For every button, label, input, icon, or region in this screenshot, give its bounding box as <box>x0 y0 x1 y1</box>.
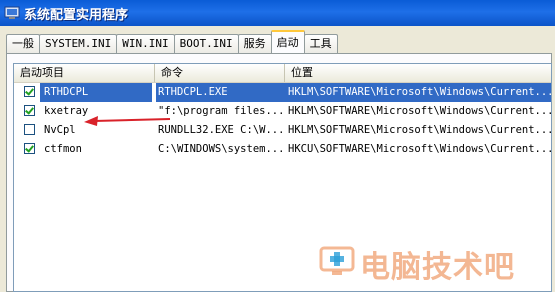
title-bar: 系统配置实用程序 <box>0 0 555 26</box>
tab-tools[interactable]: 工具 <box>303 34 338 53</box>
tab-services[interactable]: 服务 <box>237 34 272 53</box>
item-command: RTHDCPL.EXE <box>156 83 286 102</box>
tab-boot-ini[interactable]: BOOT.INI <box>173 34 239 53</box>
list-header: 启动项目 命令 位置 <box>14 64 551 83</box>
red-arrow-icon <box>84 116 171 126</box>
item-location: HKLM\SOFTWARE\Microsoft\Windows\Current.… <box>286 83 551 102</box>
tab-system-ini[interactable]: SYSTEM.INI <box>39 34 118 53</box>
tab-strip: 一般 SYSTEM.INI WIN.INI BOOT.INI 服务 启动 工具 <box>6 30 338 53</box>
table-row[interactable]: ctfmon C:\WINDOWS\system... HKCU\SOFTWAR… <box>14 140 551 159</box>
item-command: "f:\program files... <box>158 105 285 117</box>
window-title: 系统配置实用程序 <box>24 8 129 23</box>
system-config-icon <box>4 6 20 19</box>
column-location[interactable]: 位置 <box>285 64 551 82</box>
tab-general[interactable]: 一般 <box>6 34 40 53</box>
startup-checkbox[interactable] <box>24 86 35 97</box>
tab-win-ini[interactable]: WIN.INI <box>116 34 175 53</box>
monitor-plus-icon <box>319 246 355 275</box>
startup-checkbox[interactable] <box>24 105 35 116</box>
column-command[interactable]: 命令 <box>155 64 285 82</box>
item-command: RUNDLL32.EXE C:\W... <box>158 124 285 136</box>
item-name: RTHDCPL <box>40 83 152 102</box>
item-location: HKLM\SOFTWARE\Microsoft\Windows\Current.… <box>288 105 551 117</box>
item-location: HKLM\SOFTWARE\Microsoft\Windows\Current.… <box>288 124 551 136</box>
item-command: C:\WINDOWS\system... <box>158 143 285 155</box>
watermark-text: 电脑技术吧 <box>360 250 515 285</box>
table-row[interactable]: RTHDCPL RTHDCPL.EXE HKLM\SOFTWARE\Micros… <box>14 83 551 102</box>
column-startup-item[interactable]: 启动项目 <box>14 64 155 82</box>
item-name: ctfmon <box>44 143 82 155</box>
item-location: HKCU\SOFTWARE\Microsoft\Windows\Current.… <box>288 143 551 155</box>
watermark: 电脑技术吧 <box>318 238 555 290</box>
startup-checkbox[interactable] <box>24 143 35 154</box>
startup-checkbox[interactable] <box>24 124 35 135</box>
tab-startup[interactable]: 启动 <box>270 30 305 53</box>
